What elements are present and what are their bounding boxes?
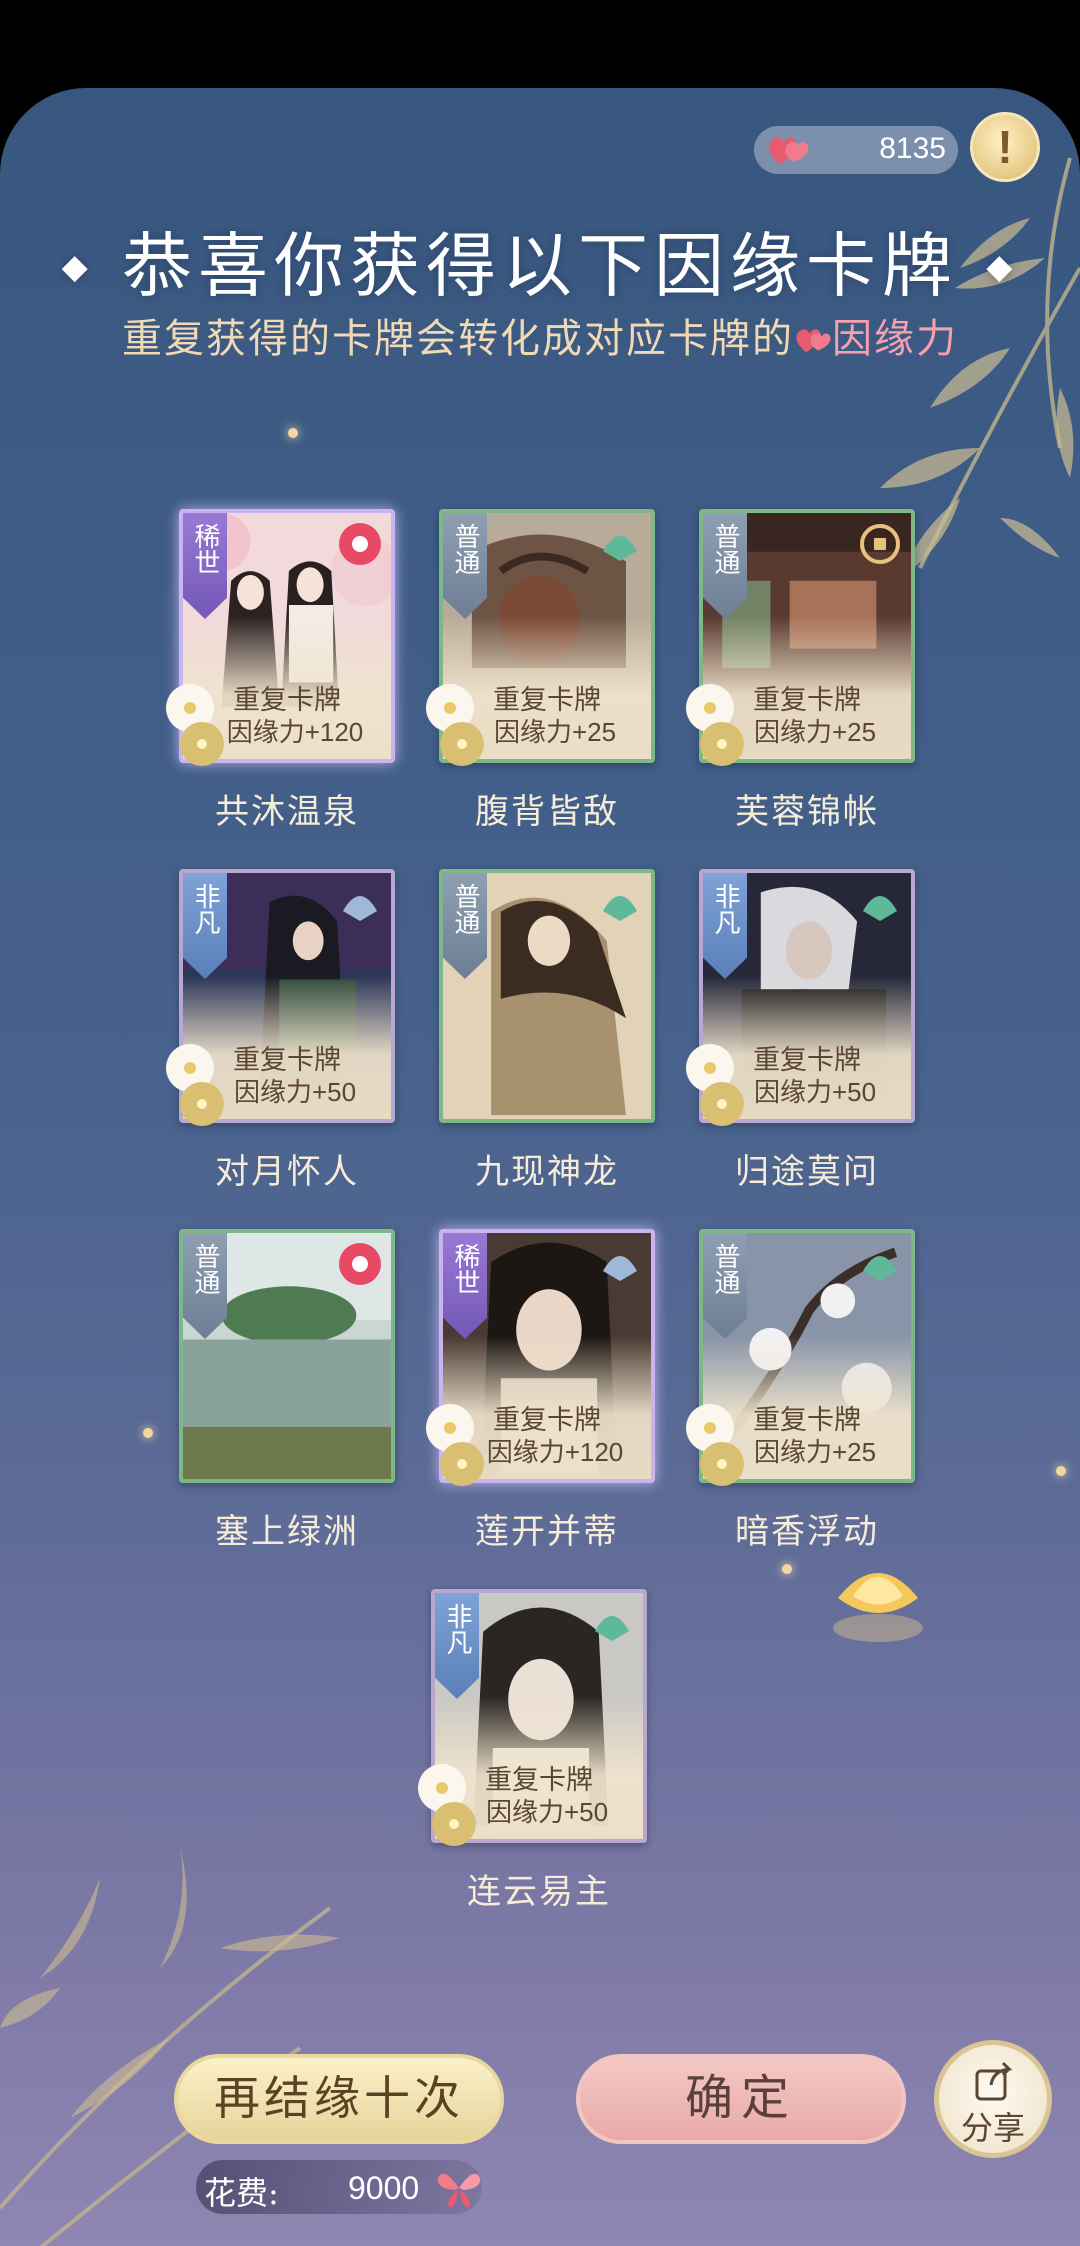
fan-emblem-icon [595, 1616, 629, 1641]
card-name: 连云易主 [467, 1872, 611, 1912]
card-name: 塞上绿洲 [215, 1512, 359, 1552]
page-title: ◆ 恭喜你获得以下因缘卡牌 ◆ [0, 210, 1080, 311]
flower-badge-icon [426, 684, 484, 766]
subtitle-highlight: 因缘力 [832, 316, 958, 362]
rarity-label: 普通 [450, 523, 480, 575]
flower-badge-icon [166, 1044, 224, 1126]
card-saishang-lvzhou[interactable]: 普通 [179, 1229, 395, 1483]
diamond-ornament-icon: ◆ [61, 247, 94, 287]
rarity-label: 普通 [710, 523, 740, 575]
rarity-tag: 普通 [703, 1233, 747, 1339]
rarity-tag: 非凡 [703, 873, 747, 979]
rarity-tag: 普通 [443, 873, 487, 979]
share-button[interactable]: 分享 [934, 2040, 1052, 2158]
rarity-tag: 普通 [443, 513, 487, 619]
coin-emblem-icon [860, 524, 900, 564]
heart-icon [796, 329, 831, 353]
subtitle-text: 重复获得的卡牌会转化成对应卡牌的 [122, 316, 794, 362]
card-name: 共沐温泉 [215, 792, 359, 832]
cost-label: 花费: [204, 2174, 279, 2212]
rarity-tag: 稀世 [183, 513, 227, 619]
fan-emblem-icon [603, 896, 637, 921]
share-icon [975, 2061, 1013, 2101]
sparkle-decoration [143, 1428, 153, 1438]
exclamation-icon: ! [997, 121, 1013, 173]
heart-currency-icon [768, 137, 809, 164]
rarity-label: 非凡 [710, 883, 740, 935]
sparkle-decoration [1056, 1466, 1066, 1476]
flower-badge-icon [686, 1404, 744, 1486]
rarity-label: 稀世 [190, 523, 220, 575]
fan-emblem-icon [863, 1256, 897, 1281]
fan-emblem-icon [863, 896, 897, 921]
diamond-ornament-icon: ◆ [986, 247, 1019, 287]
fan-emblem-icon [603, 536, 637, 561]
card-name: 对月怀人 [215, 1152, 359, 1192]
info-alert-button[interactable]: ! [970, 112, 1040, 182]
affinity-currency-display: 8135 [754, 126, 958, 174]
page-title-text: 恭喜你获得以下因缘卡牌 [122, 225, 958, 307]
card-name: 九现神龙 [475, 1152, 619, 1192]
rarity-label: 稀世 [450, 1243, 480, 1295]
card-jiuxian-shenlong[interactable]: 普通 [439, 869, 655, 1123]
flower-badge-icon [418, 1764, 476, 1846]
rarity-label: 非凡 [190, 883, 220, 935]
rarity-tag: 普通 [703, 513, 747, 619]
draw-again-button[interactable]: 再结缘十次 [174, 2054, 504, 2144]
flower-badge-icon [686, 684, 744, 766]
page-subtitle: 重复获得的卡牌会转化成对应卡牌的 因缘力 [0, 306, 1080, 364]
card-name: 腹背皆敌 [475, 792, 619, 832]
fan-emblem-icon [603, 1256, 637, 1281]
plum-blossom-emblem-icon [339, 523, 381, 565]
confirm-button[interactable]: 确定 [576, 2054, 906, 2144]
rarity-label: 普通 [190, 1243, 220, 1295]
butterfly-currency-icon [437, 2173, 481, 2208]
flower-badge-icon [686, 1044, 744, 1126]
plum-blossom-emblem-icon [339, 1243, 381, 1285]
card-name: 归途莫问 [735, 1152, 879, 1192]
rarity-tag: 非凡 [183, 873, 227, 979]
flower-badge-icon [166, 684, 224, 766]
card-name: 芙蓉锦帐 [735, 792, 879, 832]
fan-emblem-icon [343, 896, 377, 921]
card-name: 莲开并蒂 [475, 1512, 619, 1552]
rarity-label: 普通 [450, 883, 480, 935]
cost-display: 花费: 9000 [196, 2160, 482, 2214]
rarity-label: 非凡 [442, 1603, 472, 1655]
card-name: 暗香浮动 [735, 1512, 879, 1552]
share-label: 分享 [960, 2109, 1025, 2147]
rarity-label: 普通 [710, 1243, 740, 1295]
flower-badge-icon [426, 1404, 484, 1486]
sparkle-decoration [288, 428, 298, 438]
sparkle-decoration [782, 1564, 792, 1574]
rarity-tag: 普通 [183, 1233, 227, 1339]
rarity-tag: 稀世 [443, 1233, 487, 1339]
rarity-tag: 非凡 [435, 1593, 479, 1699]
currency-value: 8135 [879, 132, 946, 165]
cost-value: 9000 [348, 2170, 420, 2206]
